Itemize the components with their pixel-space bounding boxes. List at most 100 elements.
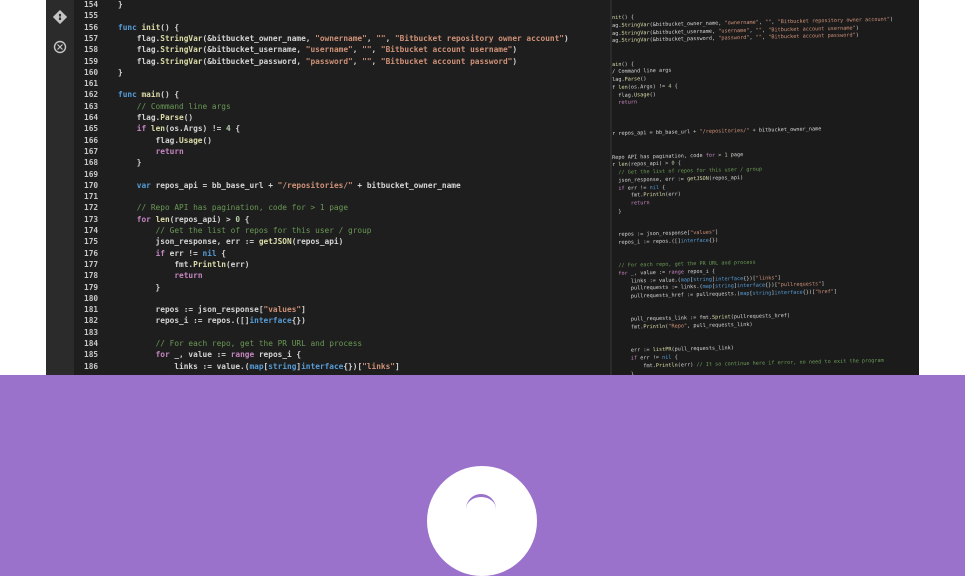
line-code: } bbox=[118, 282, 161, 292]
line-code: func main() { bbox=[118, 90, 180, 100]
code-line: 171 bbox=[74, 191, 118, 202]
code-line: 168 } bbox=[74, 157, 141, 168]
code-line: 157 flag.StringVar(&bitbucket_owner_name… bbox=[74, 33, 569, 44]
line-code: // Repo API has pagination, code for > 1… bbox=[136, 203, 349, 213]
code-line: 186 links := value.(map[string]interface… bbox=[74, 361, 400, 372]
line-code: var repos_api = bb_base_url + "/reposito… bbox=[136, 180, 461, 190]
line-code: repos_i := repos.([]interface{}) bbox=[118, 316, 306, 326]
code-line: 180 bbox=[74, 293, 118, 304]
code-line: 155 bbox=[74, 10, 118, 21]
code-line: 182 repos_i := repos.([]interface{}) bbox=[74, 315, 306, 326]
code-line: 176 if err != nil { bbox=[74, 248, 226, 259]
code-line: 163 // Command line args bbox=[74, 101, 231, 112]
line-number: 157 bbox=[84, 33, 99, 43]
code-line: 181 repos := json_response["values"] bbox=[74, 304, 306, 315]
line-number: 165 bbox=[84, 124, 99, 134]
line-number: 179 bbox=[84, 282, 99, 292]
code-line: 184 // For each repo, get the PR URL and… bbox=[74, 338, 362, 349]
line-number: 160 bbox=[84, 67, 99, 77]
line-code: for len(repos_api) > 0 { bbox=[136, 214, 250, 224]
line-number: 172 bbox=[84, 203, 99, 213]
line-code: flag.Usage() bbox=[118, 135, 212, 145]
line-number: 159 bbox=[84, 56, 99, 66]
line-code: json_response, err := getJSON(repos_api) bbox=[118, 237, 344, 247]
code-line: 178 return bbox=[74, 270, 203, 281]
blurred-code-line: repos_i := repos.([]interface{}) bbox=[612, 237, 719, 246]
line-code: flag.StringVar(&bitbucket_username, "use… bbox=[118, 45, 518, 55]
line-code: if err != nil { bbox=[155, 248, 226, 258]
line-number: 164 bbox=[84, 113, 99, 122]
git-icon[interactable] bbox=[52, 9, 68, 26]
line-number: 178 bbox=[84, 271, 99, 281]
line-number: 170 bbox=[84, 180, 99, 190]
line-number: 180 bbox=[84, 293, 99, 303]
blurred-code-line: return bbox=[630, 200, 650, 207]
line-code: flag.Parse() bbox=[118, 113, 194, 122]
code-line: 173 for len(repos_api) > 0 { bbox=[74, 214, 249, 225]
code-line: 183 bbox=[74, 327, 118, 338]
line-number: 184 bbox=[84, 339, 99, 348]
line-code: } bbox=[118, 158, 142, 168]
code-line: 174 // Get the list of repos for this us… bbox=[74, 225, 372, 236]
line-number: 166 bbox=[84, 135, 99, 145]
line-number: 167 bbox=[84, 146, 99, 156]
code-line: 162 func main() { bbox=[74, 89, 179, 100]
activity-bar bbox=[46, 0, 74, 375]
line-number: 186 bbox=[84, 361, 99, 371]
line-number: 163 bbox=[84, 101, 99, 111]
line-code: } bbox=[118, 0, 123, 9]
blurred-code-line: return bbox=[618, 99, 638, 107]
code-line: 166 flag.Usage() bbox=[74, 135, 212, 146]
line-number: 177 bbox=[84, 259, 99, 269]
line-code: flag.StringVar(&bitbucket_password, "pas… bbox=[118, 56, 518, 66]
code-line: 169 bbox=[74, 169, 118, 180]
line-number: 176 bbox=[84, 248, 99, 258]
line-code: repos := json_response["values"] bbox=[118, 305, 306, 315]
code-line: 154} bbox=[74, 0, 123, 10]
code-line: 160} bbox=[74, 67, 123, 78]
code-line: 158 flag.StringVar(&bitbucket_username, … bbox=[74, 44, 517, 55]
code-line: 170 var repos_api = bb_base_url + "/repo… bbox=[74, 180, 461, 191]
line-code: // Command line args bbox=[136, 101, 231, 111]
line-number: 174 bbox=[84, 226, 99, 235]
line-number: 154 bbox=[84, 0, 99, 9]
line-code: if len(os.Args) != 4 { bbox=[136, 124, 241, 134]
line-number: 158 bbox=[84, 45, 99, 55]
code-line: 167 return bbox=[74, 146, 184, 157]
line-number: 181 bbox=[84, 305, 99, 315]
code-pane-blurred-copy: nit() {ag.StringVar(&bitbucket_owner_nam… bbox=[612, 0, 919, 375]
line-code: return bbox=[174, 271, 203, 281]
line-number: 168 bbox=[84, 158, 99, 168]
blurred-code-line: } bbox=[612, 208, 622, 215]
line-number: 156 bbox=[84, 22, 99, 32]
blurred-code-line: } bbox=[612, 371, 635, 375]
line-number: 162 bbox=[84, 90, 99, 100]
code-line: 175 json_response, err := getJSON(repos_… bbox=[74, 236, 343, 247]
code-line: 172 // Repo API has pagination, code for… bbox=[74, 202, 348, 213]
line-number: 175 bbox=[84, 237, 99, 247]
line-code: func init() { bbox=[118, 22, 180, 32]
code-line: 164 flag.Parse() bbox=[74, 112, 193, 123]
line-code: links := value.(map[string]interface{})[… bbox=[118, 361, 400, 371]
code-line: 185 for _, value := range repos_i { bbox=[74, 349, 301, 360]
line-number: 182 bbox=[84, 316, 99, 326]
line-code: flag.StringVar(&bitbucket_owner_name, "o… bbox=[118, 33, 569, 43]
line-number: 183 bbox=[84, 327, 99, 337]
line-code: // For each repo, get the PR URL and pro… bbox=[155, 339, 363, 348]
code-line: 159 flag.StringVar(&bitbucket_password, … bbox=[74, 56, 517, 67]
code-pane-main[interactable]: 154} 155 156 func init() {157 flag.StringVa… bbox=[74, 0, 610, 375]
line-code: // Get the list of repos for this user /… bbox=[155, 226, 372, 235]
code-line: 165 if len(os.Args) != 4 { bbox=[74, 123, 240, 134]
logo-circle bbox=[427, 466, 537, 576]
line-code: } bbox=[118, 67, 123, 77]
line-code: for _, value := range repos_i { bbox=[155, 350, 302, 360]
code-line: 161 bbox=[74, 78, 118, 89]
line-number: 161 bbox=[84, 79, 99, 89]
code-editor-window: 154} 155 156 func init() {157 flag.StringVa… bbox=[46, 0, 919, 375]
line-code: fmt.Println(err) bbox=[118, 259, 250, 269]
blurred-code-line: r repos_api = bb_base_url + "/repositori… bbox=[612, 126, 822, 138]
code-line: 179 } bbox=[74, 282, 160, 293]
settings-icon[interactable] bbox=[52, 40, 68, 56]
line-number: 185 bbox=[84, 350, 99, 360]
code-line: 156 func init() { bbox=[74, 22, 179, 33]
